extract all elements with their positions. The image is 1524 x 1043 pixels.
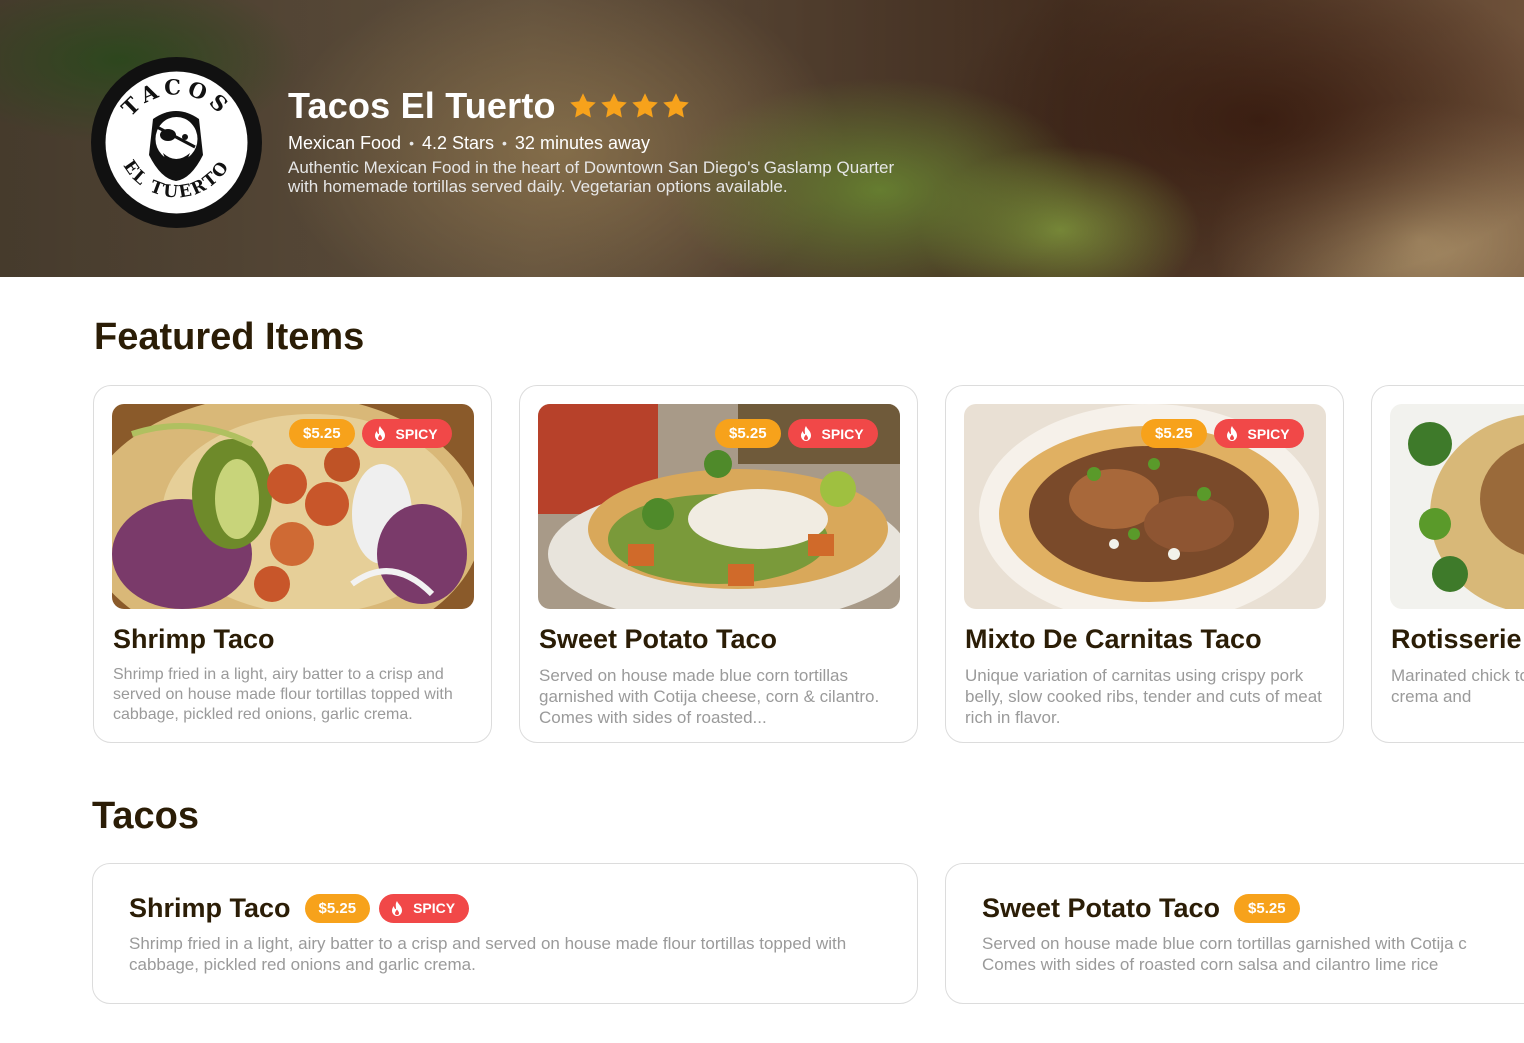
featured-item-card[interactable]: $5.25 SPICY Mixto De Carnitas Taco Uniqu… bbox=[945, 385, 1344, 743]
spicy-badge: SPICY bbox=[379, 893, 470, 923]
restaurant-name: Tacos El Tuerto bbox=[288, 85, 556, 126]
item-name: Rotisserie bbox=[1391, 624, 1522, 654]
spicy-badge: SPICY bbox=[1213, 419, 1304, 448]
menu-list-item[interactable]: Shrimp Taco $5.25 SPICY Shrimp fried in … bbox=[92, 863, 918, 1004]
flame-icon bbox=[1226, 426, 1237, 441]
spicy-label: SPICY bbox=[395, 425, 438, 442]
item-description-line: Served on house made blue corn tortillas… bbox=[982, 934, 1467, 953]
cuisine-label: Mexican Food bbox=[288, 132, 402, 153]
tacos-list-overflow: Sweet Potato Taco $5.25 Served on house … bbox=[945, 863, 1524, 1005]
item-name: Sweet Potato Taco bbox=[539, 624, 778, 654]
spicy-label: SPICY bbox=[1247, 425, 1290, 442]
star-icon bbox=[569, 93, 596, 118]
featured-carousel-overflow: Rotisserie Marinated chick tortillas top… bbox=[1371, 385, 1524, 743]
menu-list-item[interactable]: Sweet Potato Taco $5.25 Served on house … bbox=[945, 863, 1524, 1004]
separator-dot: • bbox=[502, 135, 507, 151]
item-description: Unique variation of carnitas using crisp… bbox=[965, 666, 1322, 727]
flame-icon bbox=[392, 900, 403, 916]
flame-icon bbox=[374, 426, 385, 441]
restaurant-description: Authentic Mexican Food in the heart of D… bbox=[288, 158, 895, 196]
tacos-section-title: Tacos bbox=[92, 795, 200, 837]
star-icon bbox=[662, 93, 689, 118]
restaurant-logo: TACOS EL TUERTO bbox=[91, 57, 262, 228]
item-name: Shrimp Taco bbox=[113, 624, 275, 654]
item-description: Shrimp fried in a light, airy batter to … bbox=[129, 934, 847, 974]
spicy-badge: SPICY bbox=[787, 419, 878, 448]
item-description: Marinated chick tortillas topped garlic … bbox=[1391, 666, 1524, 706]
flame-icon bbox=[800, 426, 811, 441]
rating-text: 4.2 Stars bbox=[421, 132, 495, 153]
spicy-label: SPICY bbox=[821, 425, 864, 442]
item-description: Shrimp fried in a light, airy batter to … bbox=[113, 666, 453, 723]
price-badge: $5.25 bbox=[1141, 419, 1207, 448]
price-badge: $5.25 bbox=[289, 419, 355, 448]
featured-item-card[interactable]: Rotisserie Marinated chick tortillas top… bbox=[1371, 385, 1524, 743]
item-description-line: Comes with sides of roasted corn salsa a… bbox=[982, 955, 1439, 974]
price-badge: $5.25 bbox=[304, 893, 371, 923]
restaurant-hero-banner: TACOS EL TUERTO Tacos El Tuerto Mexican … bbox=[0, 0, 1524, 277]
featured-item-card[interactable]: $5.25 SPICY Sweet Potato Taco Served on … bbox=[519, 385, 918, 743]
item-description: Served on house made blue corn tortillas… bbox=[982, 933, 1524, 975]
spicy-label: SPICY bbox=[413, 900, 456, 916]
item-name: Mixto De Carnitas Taco bbox=[965, 624, 1262, 654]
separator-dot: • bbox=[409, 135, 414, 151]
rating-stars bbox=[568, 91, 692, 121]
rotisserie-taco-photo bbox=[1390, 404, 1524, 609]
spicy-badge: SPICY bbox=[361, 419, 452, 448]
restaurant-info: Tacos El Tuerto Mexican Food • 4.2 Stars… bbox=[288, 85, 928, 196]
price-badge: $5.25 bbox=[1234, 893, 1300, 923]
price-badge: $5.25 bbox=[715, 419, 781, 448]
featured-item-card[interactable]: $5.25 SPICY Shrimp Taco Shrimp fried in … bbox=[93, 385, 492, 743]
distance-text: 32 minutes away bbox=[514, 132, 650, 153]
star-icon bbox=[631, 93, 658, 118]
item-name: Sweet Potato Taco bbox=[982, 892, 1221, 923]
item-description: Served on house made blue corn tortillas… bbox=[539, 666, 880, 727]
item-name: Shrimp Taco bbox=[129, 892, 291, 923]
restaurant-meta: Mexican Food • 4.2 Stars • 32 minutes aw… bbox=[288, 130, 928, 156]
featured-section-title: Featured Items bbox=[94, 316, 365, 358]
star-icon bbox=[600, 93, 627, 118]
